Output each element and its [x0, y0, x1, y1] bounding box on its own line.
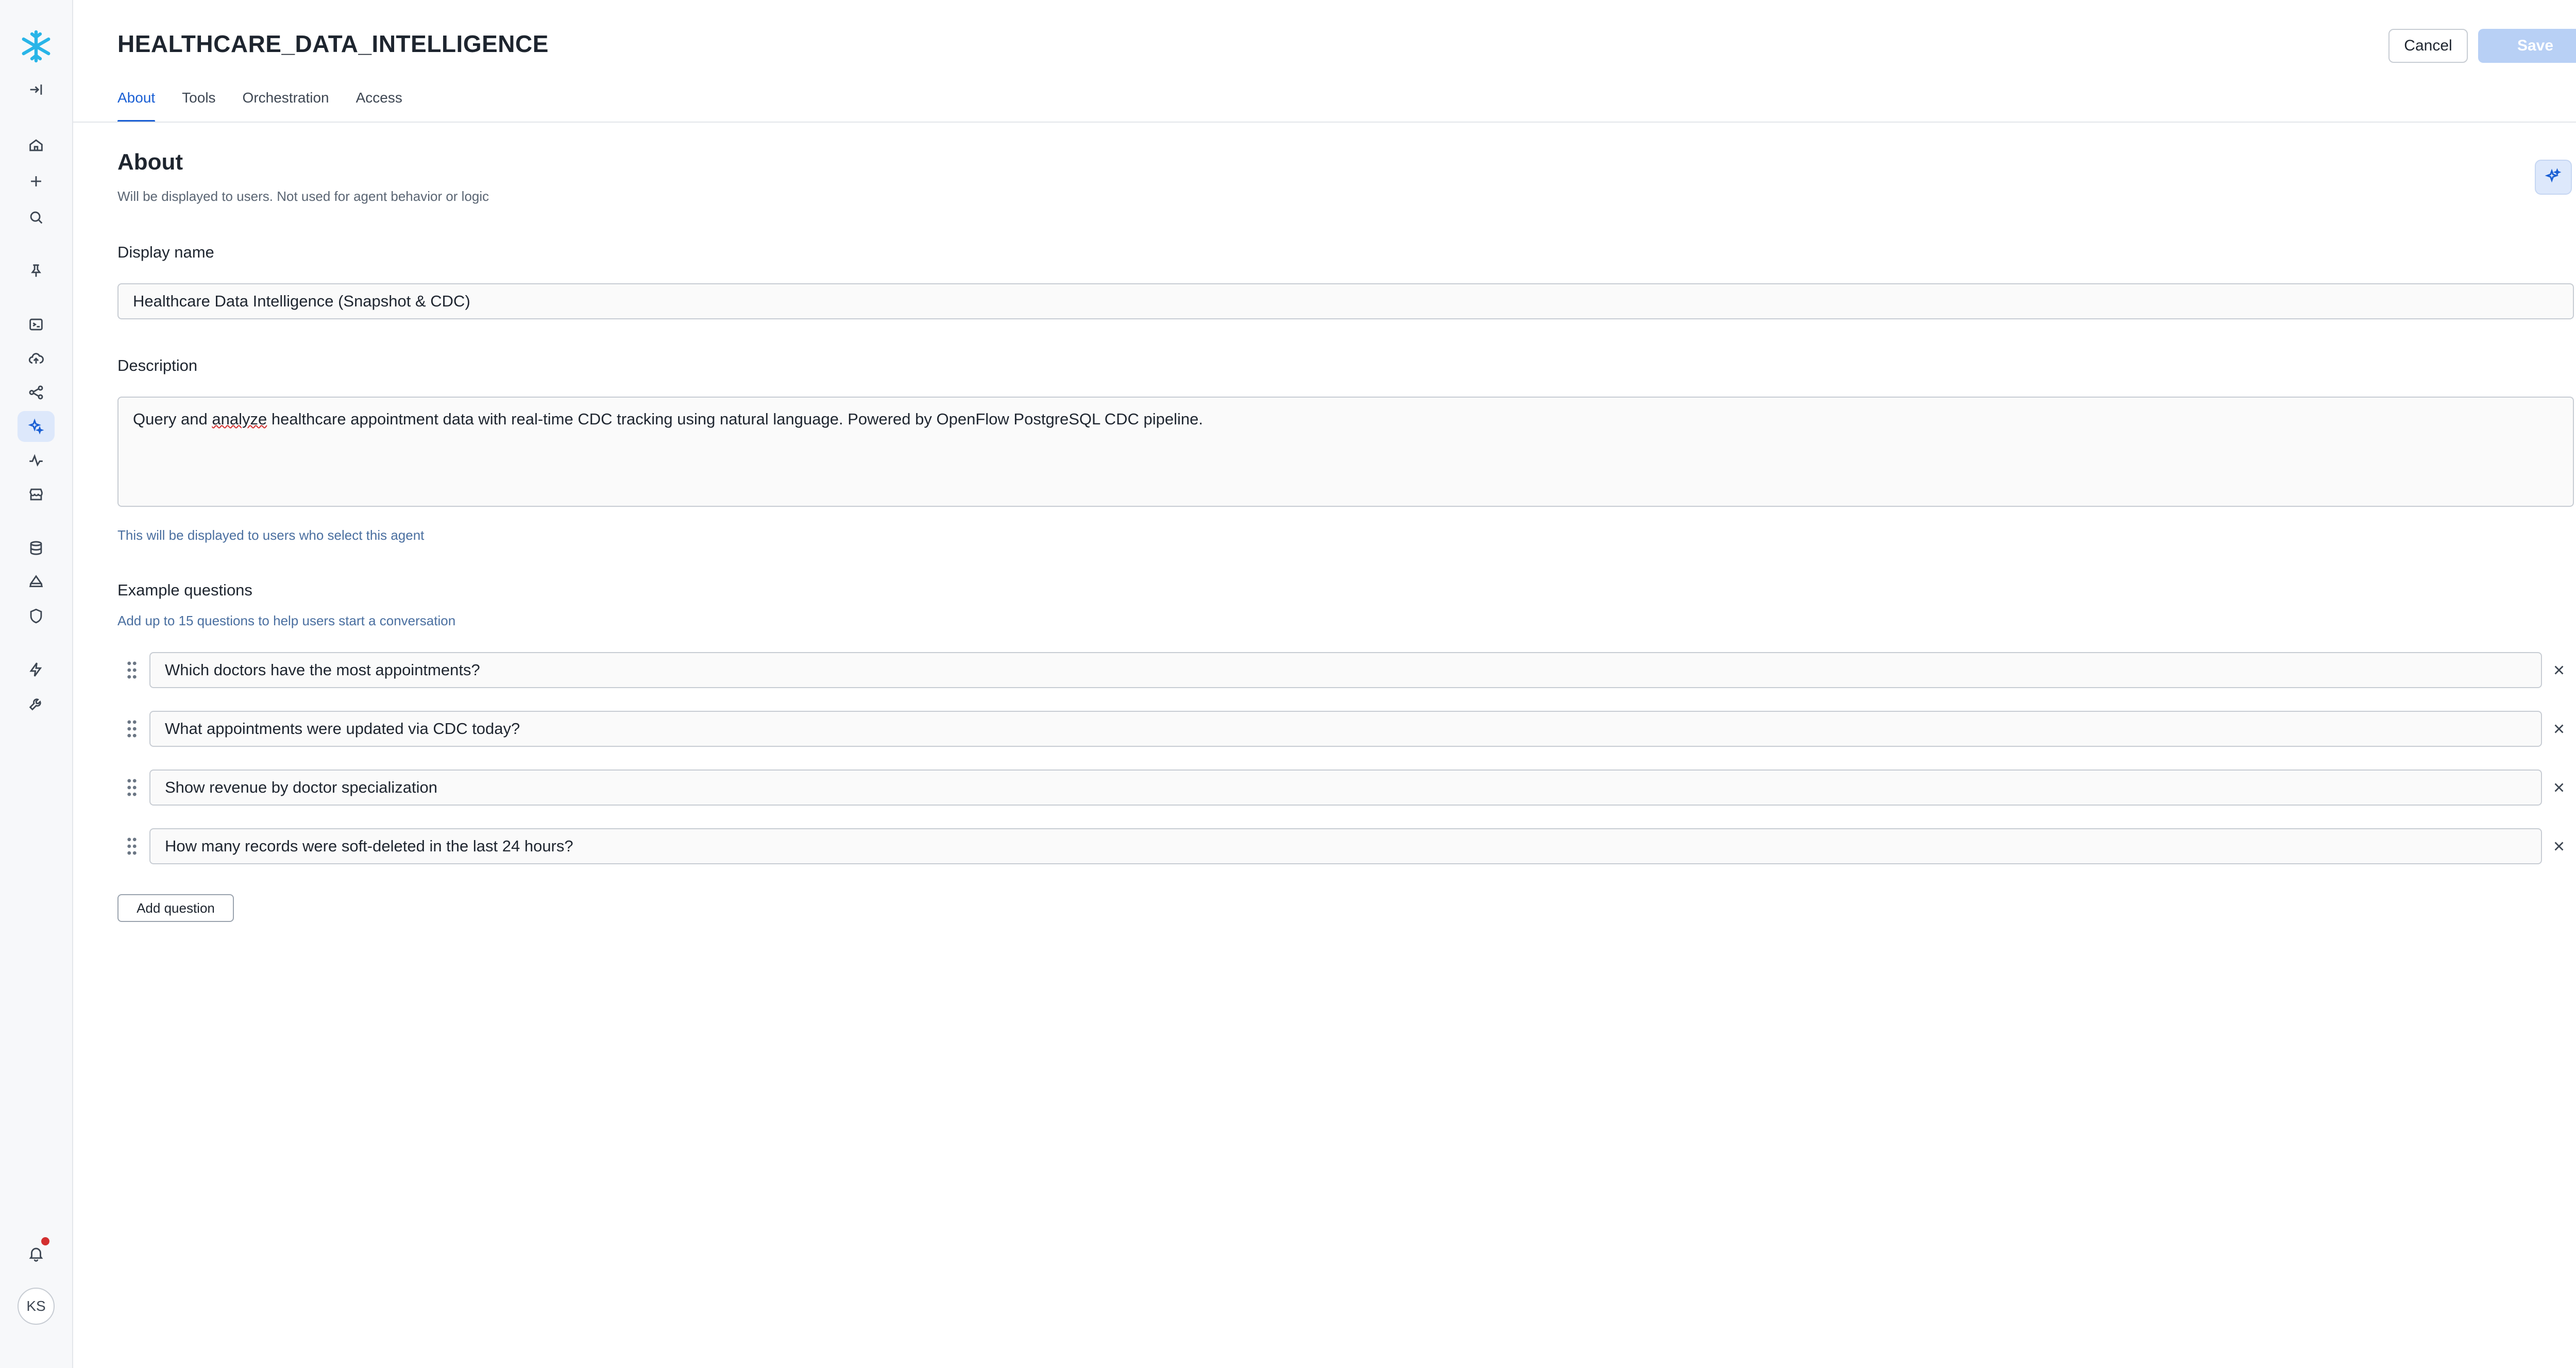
description-textarea[interactable]: Query and analyze healthcare appointment… [117, 397, 2574, 507]
remove-question-button[interactable] [2547, 717, 2571, 741]
user-avatar[interactable]: KS [18, 1288, 55, 1325]
home-icon [29, 139, 43, 151]
section-title: About [117, 149, 183, 175]
tab-tools[interactable]: Tools [182, 90, 215, 123]
question-row: How many records were soft-deleted in th… [117, 828, 2576, 864]
question-input[interactable]: Which doctors have the most appointments… [149, 652, 2542, 688]
sidebar-item-search[interactable] [18, 202, 55, 233]
data-flow-icon [29, 385, 43, 400]
settings-wrench-icon [29, 698, 41, 711]
sidebar-item-transformation[interactable] [18, 377, 55, 408]
sidebar-item-projects[interactable] [18, 309, 55, 340]
cancel-button[interactable]: Cancel [2388, 29, 2468, 63]
question-row: Show revenue by doctor specialization [117, 770, 2576, 806]
close-icon [2554, 842, 2564, 851]
worksheet-icon [29, 318, 43, 331]
ai-generate-button[interactable] [2535, 160, 2572, 195]
tab-orchestration[interactable]: Orchestration [243, 90, 329, 123]
save-button[interactable]: Save [2478, 29, 2576, 63]
tab-about[interactable]: About [117, 90, 156, 123]
database-icon [30, 541, 42, 555]
display-name-label: Display name [117, 243, 214, 261]
question-input[interactable]: How many records were soft-deleted in th… [149, 828, 2542, 864]
sidebar-item-compute[interactable] [18, 654, 55, 685]
add-question-button[interactable]: Add question [117, 894, 234, 922]
sidebar-item-data[interactable] [18, 533, 55, 563]
page-title: HEALTHCARE_DATA_INTELLIGENCE [117, 30, 549, 57]
question-row: What appointments were updated via CDC t… [117, 711, 2576, 747]
collapse-sidebar-button[interactable] [18, 74, 55, 105]
tab-bar: About Tools Orchestration Access [117, 90, 429, 123]
bell-icon [29, 1247, 43, 1262]
sidebar-item-ai-ml[interactable] [18, 411, 55, 442]
activity-icon [29, 454, 43, 467]
sidebar-item-admin[interactable] [18, 688, 55, 719]
remove-question-button[interactable] [2547, 776, 2571, 799]
ai-sparkle-icon [2545, 168, 2562, 183]
header-divider [72, 122, 2576, 123]
plus-icon [31, 176, 41, 186]
spellcheck-word: analyze [212, 410, 267, 428]
lightning-icon [29, 662, 42, 677]
description-hint: This will be displayed to users who sele… [117, 527, 425, 543]
description-label: Description [117, 356, 198, 374]
remove-question-button[interactable] [2547, 834, 2571, 858]
sidebar-item-sharing[interactable] [18, 567, 55, 597]
drag-handle-icon[interactable] [125, 718, 139, 740]
display-name-input[interactable]: Healthcare Data Intelligence (Snapshot &… [117, 283, 2574, 319]
question-input[interactable]: What appointments were updated via CDC t… [149, 711, 2542, 747]
cloud-share-icon [29, 575, 43, 587]
left-sidebar: KS [0, 0, 73, 1368]
drag-handle-icon[interactable] [125, 777, 139, 798]
search-icon [30, 211, 43, 224]
section-subtitle: Will be displayed to users. Not used for… [117, 189, 489, 204]
question-input[interactable]: Show revenue by doctor specialization [149, 770, 2542, 806]
close-icon [2554, 665, 2564, 675]
question-row: Which doctors have the most appointments… [117, 652, 2576, 688]
sidebar-item-marketplace[interactable] [18, 479, 55, 510]
ai-sparkle-icon [28, 418, 44, 435]
close-icon [2554, 783, 2564, 792]
shield-icon [30, 608, 42, 624]
snowflake-logo-icon[interactable] [19, 29, 54, 64]
marketplace-icon [29, 488, 43, 501]
close-icon [2554, 724, 2564, 733]
sidebar-item-create[interactable] [18, 166, 55, 197]
example-questions-hint: Add up to 15 questions to help users sta… [117, 613, 456, 628]
tab-access[interactable]: Access [356, 90, 402, 123]
notification-badge [41, 1237, 49, 1245]
drag-handle-icon[interactable] [125, 659, 139, 681]
drag-handle-icon[interactable] [125, 835, 139, 857]
sidebar-item-pinned[interactable] [18, 255, 55, 286]
remove-question-button[interactable] [2547, 658, 2571, 682]
sidebar-item-monitoring[interactable] [18, 445, 55, 476]
sidebar-item-governance[interactable] [18, 601, 55, 631]
description-text: Query and [133, 410, 212, 428]
sidebar-item-home[interactable] [18, 130, 55, 161]
description-text: healthcare appointment data with real-ti… [267, 410, 1203, 428]
collapse-sidebar-icon [30, 84, 42, 95]
cloud-upload-icon [28, 353, 44, 364]
example-questions-label: Example questions [117, 581, 252, 599]
pin-icon [31, 264, 41, 277]
sidebar-item-ingestion[interactable] [18, 343, 55, 374]
